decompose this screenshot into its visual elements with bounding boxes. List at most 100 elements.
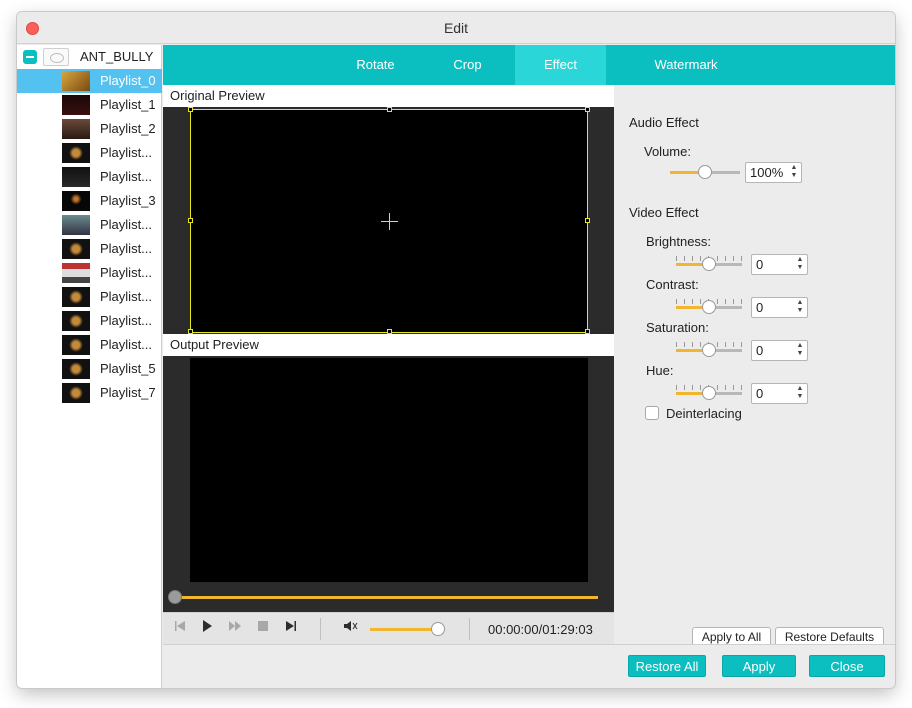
restore-all-button[interactable]: Restore All [628,655,706,677]
apply-button[interactable]: Apply [722,655,796,677]
contrast-label: Contrast: [646,277,699,292]
saturation-stepper[interactable]: 0 ▲ ▼ [751,340,808,361]
volume-slider[interactable] [370,628,438,631]
playlist-item[interactable]: Playlist... [17,261,162,285]
playlist-item[interactable]: Playlist... [17,213,162,237]
preview-pane: Original Preview Output Preview [163,85,614,618]
slider-tick [700,256,701,261]
slider-tick [741,299,742,304]
collapse-icon[interactable] [23,50,37,64]
playlist-label: Playlist_0 [100,73,156,88]
slider-tick [741,385,742,390]
close-button[interactable]: Close [809,655,885,677]
stepper-arrows-icon[interactable]: ▲ ▼ [796,256,804,273]
volume-slider-handle[interactable] [431,622,445,636]
playlist-item[interactable]: Playlist... [17,309,162,333]
saturation-handle[interactable] [702,343,716,357]
playlist-item[interactable]: Playlist_2 [17,117,162,141]
playlist-label: Playlist... [100,337,153,352]
playback-controls: 00:00:00/01:29:03 [163,612,614,644]
playlist-item[interactable]: Playlist... [17,165,162,189]
crop-handle[interactable] [585,107,590,112]
playlist-item[interactable]: Playlist... [17,285,162,309]
playlist-item[interactable]: Playlist_0 [17,69,162,93]
crop-handle[interactable] [188,218,193,223]
playlist-item[interactable]: Playlist_5 [17,357,162,381]
video-effect-title: Video Effect [629,205,699,220]
playlist-label: Playlist_3 [100,193,156,208]
playlist-label: Playlist_7 [100,385,156,400]
contrast-stepper[interactable]: 0 ▲ ▼ [751,297,808,318]
slider-tick [700,299,701,304]
bluray-disc-icon [43,48,69,66]
playlist-item[interactable]: Playlist_3 [17,189,162,213]
deinterlacing-checkbox[interactable] [645,406,659,420]
audio-volume-handle[interactable] [698,165,712,179]
brightness-stepper[interactable]: 0 ▲ ▼ [751,254,808,275]
window-close-button[interactable] [26,22,39,35]
playlist-label: Playlist... [100,145,153,160]
playlist-item[interactable]: Playlist_7 [17,381,162,405]
slider-tick [717,385,718,390]
tab-effect[interactable]: Effect [515,45,606,85]
playlist-label: Playlist... [100,289,153,304]
playlist-item[interactable]: Playlist... [17,333,162,357]
progress-bar[interactable] [173,596,598,599]
contrast-value: 0 [756,300,764,315]
time-display: 00:00:00/01:29:03 [488,622,593,637]
playlist-label: Playlist... [100,241,153,256]
contrast-handle[interactable] [702,300,716,314]
playlist-thumbnail [62,95,90,115]
stepper-arrows-icon[interactable]: ▲ ▼ [796,299,804,316]
slider-tick [733,299,734,304]
divider [469,618,470,640]
slider-tick [717,256,718,261]
crop-handle[interactable] [188,107,193,112]
tab-watermark[interactable]: Watermark [621,45,751,85]
next-frame-icon[interactable] [281,619,301,639]
slider-tick [676,342,677,347]
fast-forward-icon[interactable] [225,619,245,639]
playlist-thumbnail [62,215,90,235]
disc-title: ANT_BULLY [80,49,154,64]
playlist-thumbnail [62,239,90,259]
playlist-label: Playlist_1 [100,97,156,112]
playlist-thumbnail [62,191,90,211]
playlist-item[interactable]: Playlist_1 [17,93,162,117]
slider-tick [684,299,685,304]
playlist-item[interactable]: Playlist... [17,237,162,261]
stepper-arrows-icon[interactable]: ▲ ▼ [796,342,804,359]
previous-frame-icon[interactable] [170,619,190,639]
playlist-label: Playlist... [100,313,153,328]
output-preview-video [190,358,588,582]
window-title: Edit [443,20,469,36]
playlist-sidebar: ANT_BULLY Playlist_0 Playlist_1 Playlist_2… [17,45,162,688]
playlist-item[interactable]: Playlist... [17,141,162,165]
volume-icon[interactable] [341,619,361,639]
stepper-arrows-icon[interactable]: ▲ ▼ [790,164,798,181]
stepper-arrows-icon[interactable]: ▲ ▼ [796,385,804,402]
hue-handle[interactable] [702,386,716,400]
crop-handle[interactable] [387,107,392,112]
playlist-thumbnail [62,359,90,379]
brightness-value: 0 [756,257,764,272]
crop-handle[interactable] [585,218,590,223]
hue-value: 0 [756,386,764,401]
progress-handle[interactable] [168,590,182,604]
divider [320,618,321,640]
tab-rotate[interactable]: Rotate [333,45,418,85]
title-bar: Edit [17,12,895,44]
effect-settings-panel: Audio Effect Volume: 100% ▲ ▼ Video Effec… [614,85,895,648]
tab-crop[interactable]: Crop [425,45,510,85]
play-icon[interactable] [197,619,217,639]
slider-tick [684,256,685,261]
stop-icon[interactable] [253,619,273,639]
playlist-label: Playlist... [100,169,153,184]
slider-tick [725,342,726,347]
hue-stepper[interactable]: 0 ▲ ▼ [751,383,808,404]
slider-tick [733,385,734,390]
volume-stepper[interactable]: 100% ▲ ▼ [745,162,802,183]
disc-root-row[interactable]: ANT_BULLY [17,45,162,69]
playlist-label: Playlist_2 [100,121,156,136]
brightness-handle[interactable] [702,257,716,271]
